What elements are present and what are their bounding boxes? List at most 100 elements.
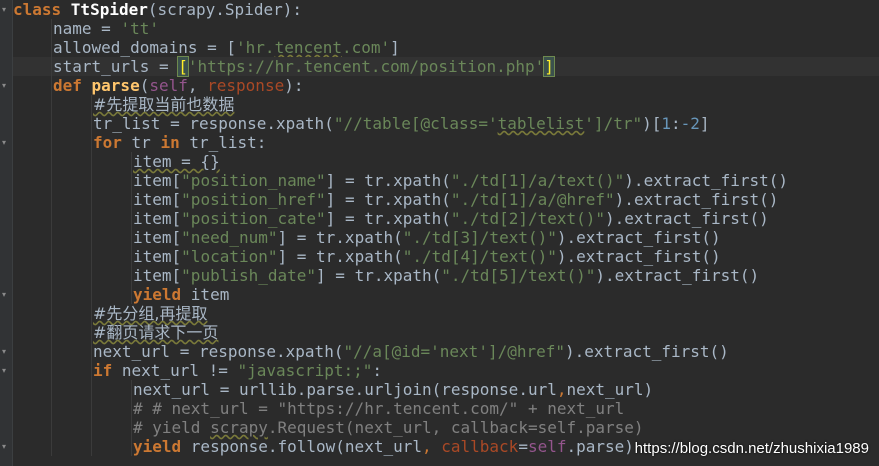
fold-marker-icon[interactable]: ▾: [2, 291, 9, 299]
code-token: .parse): [566, 437, 634, 456]
code-token: item = {}: [133, 152, 220, 171]
indent-guide: [91, 133, 92, 152]
code-token: "publish_date": [181, 266, 317, 285]
code-token: 1: [661, 114, 671, 133]
code-line[interactable]: allowed_domains = ['hr.tencent.com']: [13, 38, 879, 57]
indent-guide: [91, 171, 92, 190]
code-token: "location": [181, 247, 278, 266]
code-area[interactable]: class TtSpider(scrapy.Spider): name = 'tt…: [13, 0, 879, 456]
code-token: "./td[3]/text()": [402, 228, 557, 247]
code-token: "javascript:;": [237, 361, 373, 380]
code-token: item[: [133, 266, 182, 285]
code-token: parse: [91, 76, 140, 95]
code-token: ):: [284, 76, 304, 95]
code-token: #先分组,再提取: [93, 304, 208, 323]
indent-guide: [91, 114, 92, 133]
code-token: allowed_domains = [: [53, 38, 237, 57]
code-line[interactable]: def parse(self, response):: [13, 76, 879, 95]
code-token: 'hr.: [236, 38, 275, 57]
indent-guide: [51, 323, 52, 342]
code-editor[interactable]: ▾ ▾ ▾ ▾ ▾ ▾ ▾ class TtSpider(scrapy.Spider): na…: [0, 0, 879, 466]
indent-guide: [51, 285, 52, 304]
indent-guide: [91, 342, 92, 361]
code-line[interactable]: if next_url != "javascript:;":: [13, 361, 879, 380]
code-token: #翻页请求下一页: [93, 323, 219, 342]
code-token: ,: [187, 76, 208, 95]
code-token: ).extract_first(): [565, 342, 729, 361]
code-line[interactable]: item = {}: [13, 152, 879, 171]
code-token: 'tt': [120, 19, 159, 38]
code-token: ).extract_first(): [556, 247, 721, 266]
indent-guide: [131, 247, 132, 266]
fold-marker-icon[interactable]: ▾: [2, 139, 9, 147]
code-token: ,: [421, 437, 442, 456]
code-line[interactable]: name = 'tt': [13, 19, 879, 38]
code-token: ] = tr.xpath(: [325, 190, 451, 209]
indent-guide: [131, 171, 132, 190]
code-line[interactable]: next_url = response.xpath("//a[@id='next…: [13, 342, 879, 361]
code-token: :: [372, 361, 382, 380]
code-line[interactable]: item["position_cate"] = tr.xpath("./td[2…: [13, 209, 879, 228]
fold-marker-icon[interactable]: ▾: [2, 348, 9, 356]
indent-guide: [51, 152, 52, 171]
code-line[interactable]: item["need_num"] = tr.xpath("./td[3]/tex…: [13, 228, 879, 247]
indent-guide: [51, 247, 52, 266]
indent-guide: [131, 418, 132, 437]
code-token: ] = tr.xpath(: [325, 209, 451, 228]
code-line[interactable]: #翻页请求下一页: [13, 323, 879, 342]
indent-guide: [51, 114, 52, 133]
code-token: # # next_url = "https://hr.tencent.com/"…: [133, 399, 625, 418]
indent-guide: [131, 380, 132, 399]
fold-marker-icon[interactable]: ▾: [2, 6, 9, 14]
code-token: "./td[1]/a/@href": [450, 190, 615, 209]
code-line[interactable]: # # next_url = "https://hr.tencent.com/"…: [13, 399, 879, 418]
code-line[interactable]: #先分组,再提取: [13, 304, 879, 323]
indent-guide: [51, 399, 52, 418]
code-line[interactable]: next_url = urllib.parse.urljoin(response…: [13, 380, 879, 399]
fold-marker-icon[interactable]: ▾: [2, 443, 9, 451]
code-line[interactable]: class TtSpider(scrapy.Spider):: [13, 0, 879, 19]
code-token: callback: [441, 437, 519, 456]
code-token: tr_list:: [189, 133, 267, 152]
code-token: for: [93, 133, 132, 152]
code-token: class: [13, 0, 71, 19]
indent-guide: [131, 152, 132, 171]
indent-guide: [91, 418, 92, 437]
indent-guide: [91, 399, 92, 418]
code-token: next_url !=: [121, 361, 238, 380]
code-token: "./td[4]/text()": [402, 247, 557, 266]
code-token: "./td[1]/a/text()": [450, 171, 625, 190]
fold-marker-icon[interactable]: ▾: [2, 367, 9, 375]
code-token: tablelist: [497, 114, 585, 133]
code-line[interactable]: tr_list = response.xpath("//table[@class…: [13, 114, 879, 133]
indent-guide: [51, 342, 52, 361]
indent-guide: [131, 399, 132, 418]
code-line[interactable]: item["position_name"] = tr.xpath("./td[1…: [13, 171, 879, 190]
code-token: self: [149, 76, 188, 95]
code-line[interactable]: start_urls = ['https://hr.tencent.com/po…: [13, 56, 879, 77]
indent-guide: [51, 266, 52, 285]
code-token: scrapy: [210, 418, 268, 437]
code-token: TtSpider: [70, 0, 148, 19]
code-line[interactable]: # yield scrapy.Request(next_url, callbac…: [13, 418, 879, 437]
code-token: 'https://hr.tencent.com/position.php': [187, 57, 545, 76]
indent-guide: [91, 323, 92, 342]
code-token: ).extract_first(): [624, 171, 789, 190]
code-token: item[: [133, 209, 182, 228]
code-line[interactable]: item["location"] = tr.xpath("./td[4]/tex…: [13, 247, 879, 266]
code-token: ]: [699, 114, 710, 133]
indent-guide: [91, 361, 92, 380]
code-line[interactable]: item["position_href"] = tr.xpath("./td[1…: [13, 190, 879, 209]
indent-guide: [51, 418, 52, 437]
indent-guide: [51, 380, 52, 399]
code-line[interactable]: for tr in tr_list:: [13, 133, 879, 152]
indent-guide: [91, 266, 92, 285]
indent-guide: [131, 209, 132, 228]
code-token: ] = tr.xpath(: [325, 171, 451, 190]
fold-marker-icon[interactable]: ▾: [2, 82, 9, 90]
code-line[interactable]: #先提取当前也数据: [13, 95, 879, 114]
indent-guide: [51, 38, 52, 57]
code-line[interactable]: item["publish_date"] = tr.xpath("./td[5]…: [13, 266, 879, 285]
code-line[interactable]: yield item: [13, 285, 879, 304]
indent-guide: [51, 228, 52, 247]
